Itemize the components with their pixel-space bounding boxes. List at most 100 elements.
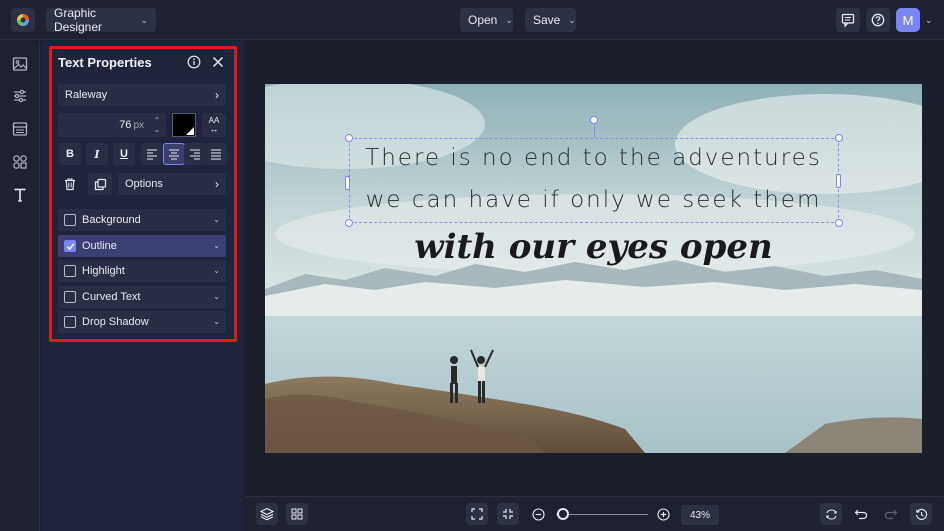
chevron-down-icon[interactable]: ⌄ [154,125,161,134]
history-icon [915,508,927,520]
comment-icon [841,13,855,27]
italic-button[interactable]: I [86,143,108,165]
rail-images[interactable] [11,55,29,73]
rotate-handle[interactable] [590,116,598,124]
resize-handle-top-right[interactable] [835,134,843,142]
expand-icon [471,508,483,520]
section-label: Curved Text [82,291,141,303]
section-outline[interactable]: Outline ⌄ [58,235,226,257]
shapes-icon [13,155,27,169]
section-background[interactable]: Background ⌄ [58,209,226,231]
zoom-out-button[interactable] [527,503,549,525]
align-center-button[interactable] [163,143,185,165]
rail-graphics[interactable] [11,153,29,171]
background-checkbox[interactable] [64,214,76,226]
open-button[interactable]: Open ⌄ [460,8,513,32]
layout-icon [12,122,28,136]
resize-handle-bottom-right[interactable] [835,219,843,227]
history-button[interactable] [910,503,932,525]
highlight-checkbox[interactable] [64,265,76,277]
section-label: Background [82,214,141,226]
save-button[interactable]: Save ⌄ [525,8,576,32]
align-justify-button[interactable] [205,143,227,165]
check-icon [66,242,74,250]
chevron-down-icon: ⌄ [213,292,220,301]
layers-button[interactable] [256,503,278,525]
zoom-in-icon [656,507,670,521]
fit-screen-button[interactable] [466,503,488,525]
help-button[interactable] [866,8,890,32]
bold-button[interactable]: B [59,143,81,165]
help-icon [871,13,885,27]
underline-button[interactable]: U [113,143,135,165]
rail-adjust[interactable] [11,87,29,105]
redo-icon [884,509,898,520]
align-center-icon [169,149,179,160]
avatar[interactable]: M [896,8,920,32]
font-name: Raleway [65,89,108,101]
actual-size-button[interactable] [497,503,519,525]
section-curved-text[interactable]: Curved Text ⌄ [58,286,226,308]
zoom-in-button[interactable] [652,503,674,525]
zoom-out-icon [531,507,545,521]
rotation-line [594,124,595,138]
zoom-slider-track[interactable] [556,514,648,515]
section-label: Highlight [82,265,125,277]
section-drop-shadow[interactable]: Drop Shadow ⌄ [58,311,226,333]
chevron-down-icon: ⌄ [213,215,220,224]
redo-button[interactable] [880,503,902,525]
grid-button[interactable] [286,503,308,525]
font-size-stepper[interactable]: ⌃ ⌄ [151,113,163,137]
close-panel-button[interactable] [210,54,226,70]
duplicate-button[interactable] [88,173,112,195]
align-justify-icon [211,149,221,160]
curved-text-checkbox[interactable] [64,291,76,303]
undo-icon [854,509,868,520]
mode-dropdown[interactable]: Graphic Designer ⌄ [46,6,156,34]
rail-layout[interactable] [11,120,29,138]
zoom-value[interactable]: 43% [681,505,719,525]
options-button[interactable]: Options › [118,173,226,195]
undo-button[interactable] [850,503,872,525]
chevron-right-icon: › [215,177,219,191]
align-left-button[interactable] [141,143,163,165]
chevron-down-icon: ⌄ [213,266,220,275]
rail-text[interactable] [11,186,29,204]
chevron-right-icon: › [215,88,219,102]
resize-handle-right[interactable] [836,174,841,188]
script-line[interactable]: with our eyes open [265,227,922,267]
image-icon [12,57,28,71]
delete-button[interactable] [58,173,82,195]
align-right-button[interactable] [184,143,206,165]
panel-title: Text Properties [58,55,152,70]
chevron-down-icon: ⌄ [140,14,148,25]
app-logo[interactable] [11,8,35,32]
section-highlight[interactable]: Highlight ⌄ [58,260,226,282]
outline-checkbox[interactable] [64,240,76,252]
grid-icon [291,508,303,520]
open-label: Open [468,13,498,27]
font-size-input[interactable]: 76 px [58,113,166,137]
text-selection-box[interactable] [349,138,839,223]
section-label: Outline [82,240,117,252]
text-color-swatch[interactable] [172,113,196,137]
font-selector[interactable]: Raleway › [58,84,226,106]
chevron-up-icon[interactable]: ⌃ [154,116,161,125]
info-button[interactable] [186,54,202,70]
drop-shadow-checkbox[interactable] [64,316,76,328]
chevron-down-icon[interactable]: ⌄ [925,15,933,26]
comments-button[interactable] [836,8,860,32]
sliders-icon [14,89,26,103]
resize-handle-left[interactable] [345,176,350,190]
resize-handle-top-left[interactable] [345,134,353,142]
font-size-unit: px [133,119,144,131]
text-icon [14,188,26,202]
save-label: Save [533,13,561,27]
refresh-button[interactable] [820,503,842,525]
resize-handle-bottom-left[interactable] [345,219,353,227]
trash-icon [65,178,75,191]
section-label: Drop Shadow [82,316,149,328]
text-case-button[interactable]: AA ↔ [202,113,226,137]
chevron-down-icon: ⌄ [505,14,513,25]
duplicate-icon [94,178,106,190]
